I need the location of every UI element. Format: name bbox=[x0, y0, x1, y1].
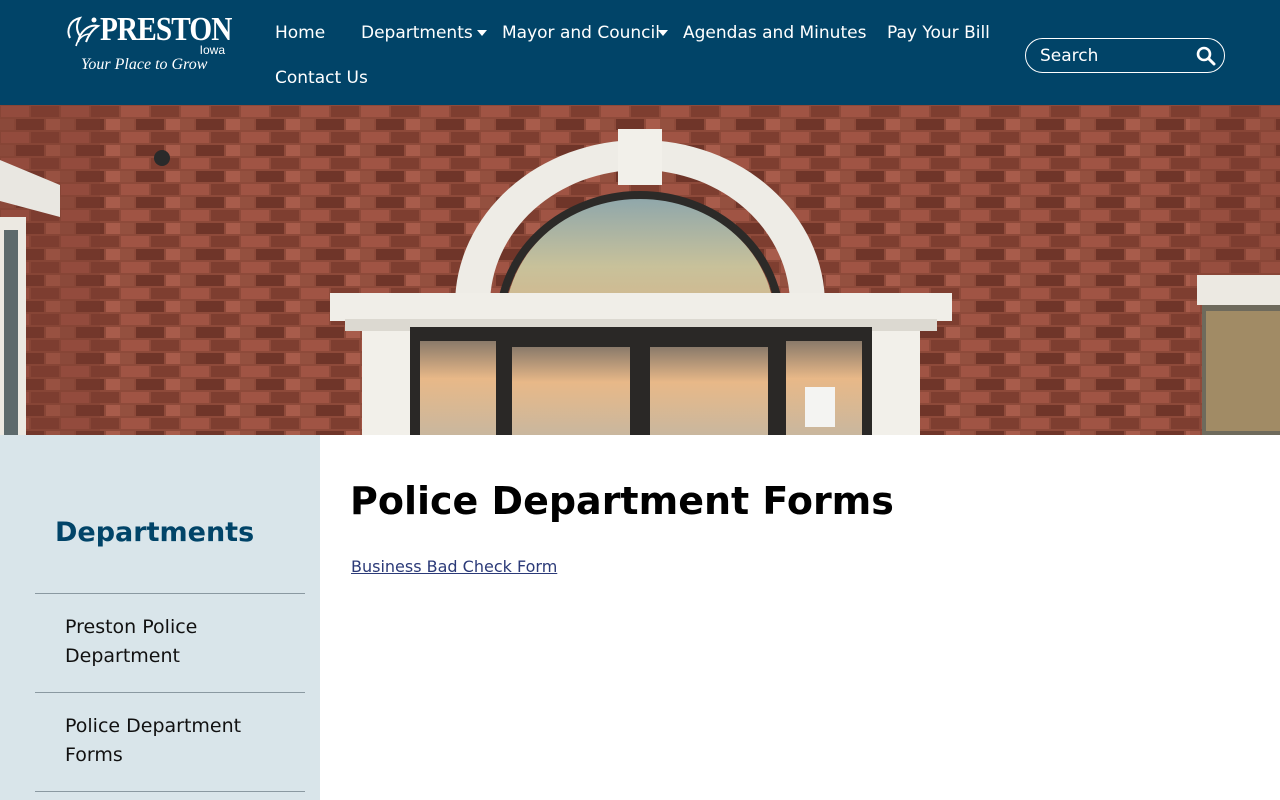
sidebar: Departments Preston Police Department Po… bbox=[0, 435, 320, 800]
nav-home[interactable]: Home bbox=[275, 21, 325, 45]
search-icon[interactable] bbox=[1196, 46, 1216, 66]
sidebar-divider bbox=[35, 593, 305, 594]
sidebar-title: Departments bbox=[55, 517, 255, 548]
nav-agendas-and-minutes[interactable]: Agendas and Minutes bbox=[683, 21, 866, 45]
search-input[interactable] bbox=[1040, 44, 1190, 68]
business-bad-check-form-link[interactable]: Business Bad Check Form bbox=[351, 556, 557, 578]
chevron-down-icon[interactable] bbox=[658, 30, 668, 36]
logo-state: Iowa bbox=[199, 43, 225, 57]
sidebar-item-police-department-forms[interactable]: Police Department Forms bbox=[65, 712, 295, 770]
leaf-logo-icon bbox=[67, 16, 101, 47]
chevron-down-icon[interactable] bbox=[477, 30, 487, 36]
nav-mayor-and-council[interactable]: Mayor and Council bbox=[502, 21, 660, 45]
nav-pay-your-bill[interactable]: Pay Your Bill bbox=[887, 21, 990, 45]
logo-tagline: Your Place to Grow bbox=[81, 56, 208, 73]
sidebar-divider bbox=[35, 791, 305, 792]
sidebar-item-preston-police-department[interactable]: Preston Police Department bbox=[65, 613, 295, 671]
nav-contact-us[interactable]: Contact Us bbox=[275, 66, 368, 90]
site-header: PRESTON Iowa Your Place to Grow Home Dep… bbox=[0, 0, 1280, 105]
site-logo[interactable]: PRESTON Iowa Your Place to Grow bbox=[64, 10, 232, 76]
nav-departments[interactable]: Departments bbox=[361, 21, 473, 45]
hero-image bbox=[0, 105, 1280, 435]
sidebar-divider bbox=[35, 692, 305, 693]
page-title: Police Department Forms bbox=[350, 479, 894, 523]
search-box bbox=[1025, 38, 1225, 73]
